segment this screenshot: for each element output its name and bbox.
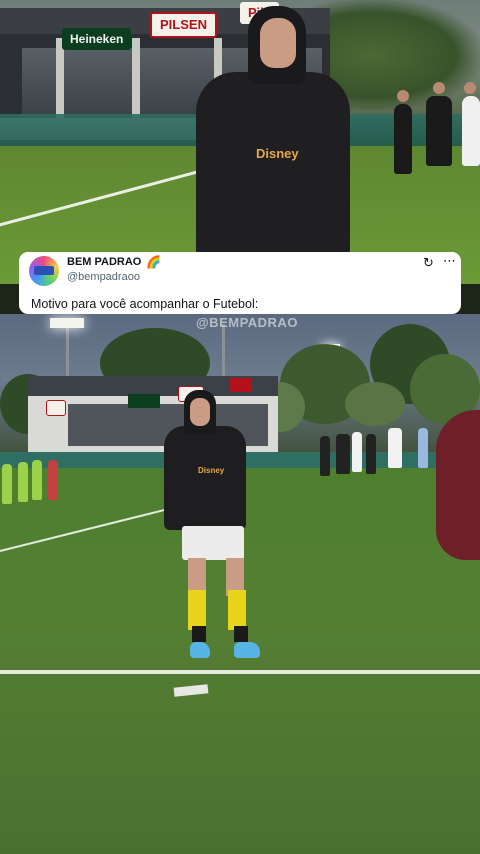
background-player-head — [397, 90, 409, 102]
bottom-video-frame: Disney @BEMPADRAO — [0, 314, 480, 854]
hoodie-logo: Disney — [198, 466, 225, 475]
hooded-person-closeup: Disney — [196, 6, 350, 256]
white-shorts — [182, 526, 244, 560]
background-player — [388, 428, 402, 468]
background-player — [366, 434, 376, 474]
handle[interactable]: @bempadraoo — [67, 271, 140, 283]
floodlight — [50, 318, 84, 328]
hoodie-body — [164, 426, 246, 530]
background-player — [394, 104, 412, 174]
sponsor-sign — [128, 394, 160, 408]
black-sock — [234, 626, 248, 642]
yellow-sock — [188, 590, 206, 630]
background-player-head — [464, 82, 476, 94]
sponsor-sign-heineken: Heineken — [62, 28, 132, 50]
background-player — [352, 432, 362, 472]
background-player — [418, 428, 428, 468]
hooded-player: Disney — [164, 390, 260, 660]
sponsor-sign — [46, 400, 66, 416]
tweet-text: Motivo para você acompanhar o Futebol: — [31, 297, 259, 311]
background-player — [320, 436, 330, 476]
bystander-maroon-jacket — [436, 410, 480, 560]
background-player — [462, 96, 480, 166]
background-player — [426, 96, 452, 166]
sync-icon[interactable]: ↻ — [423, 255, 434, 271]
hoodie-logo: Disney — [256, 146, 299, 161]
yellow-sock — [228, 590, 246, 630]
avatar[interactable] — [29, 256, 59, 286]
tweet-card[interactable]: BEM PADRAO 🌈 @bempadraoo ↻ ⋯ Motivo para… — [19, 252, 461, 314]
background-player — [2, 464, 12, 504]
person-face — [190, 398, 210, 426]
black-sock — [192, 626, 206, 642]
avatar-badge — [34, 266, 54, 275]
background-player-head — [433, 82, 445, 94]
display-name[interactable]: BEM PADRAO — [67, 256, 141, 268]
pitch-line — [0, 670, 480, 674]
background-player — [48, 460, 58, 500]
background-player — [336, 434, 350, 474]
background-player — [32, 460, 42, 500]
blue-shoe — [234, 642, 260, 658]
watermark: @BEMPADRAO — [196, 315, 298, 330]
hoodie-body — [196, 72, 350, 256]
tree — [345, 382, 405, 426]
top-video-frame: Heineken PILSEN Pils Disney — [0, 0, 480, 284]
background-player — [18, 462, 28, 502]
floodlight-pole — [222, 324, 225, 384]
person-face — [260, 18, 296, 68]
blue-shoe — [190, 642, 210, 658]
rainbow-icon: 🌈 — [146, 255, 161, 269]
more-icon[interactable]: ⋯ — [443, 253, 457, 269]
